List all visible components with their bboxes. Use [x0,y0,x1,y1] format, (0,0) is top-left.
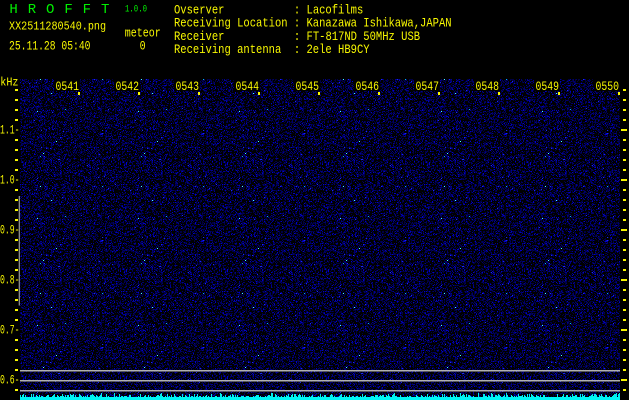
svg-text:0549: 0549 [536,80,560,94]
svg-text:0.7-: 0.7- [0,324,20,338]
svg-text:kHz: kHz [0,75,18,89]
svg-text:0548: 0548 [476,80,500,94]
svg-text:0.8-: 0.8- [0,274,20,288]
svg-text:0546: 0546 [356,80,380,94]
svg-text:0: 0 [140,39,146,53]
svg-text:1.1-: 1.1- [0,124,20,138]
svg-text:25.11.28 05:40: 25.11.28 05:40 [9,40,91,54]
svg-text:0547: 0547 [416,80,440,94]
svg-text:XX2511280540.png: XX2511280540.png [9,19,106,33]
svg-text:0543: 0543 [176,80,200,94]
svg-text:0542: 0542 [116,80,140,94]
svg-text:0544: 0544 [236,80,260,94]
svg-text:1.0.0: 1.0.0 [125,3,147,15]
svg-text:0.9-: 0.9- [0,224,20,238]
svg-text:0541: 0541 [56,80,80,94]
svg-text:0550: 0550 [596,80,620,94]
svg-text:0.6-: 0.6- [0,374,20,388]
svg-text:Receiving antenna : 2ele HB9C: Receiving antenna : 2ele HB9CY [174,42,370,57]
svg-text:0545: 0545 [296,80,320,94]
svg-text:1.0-: 1.0- [0,174,20,188]
